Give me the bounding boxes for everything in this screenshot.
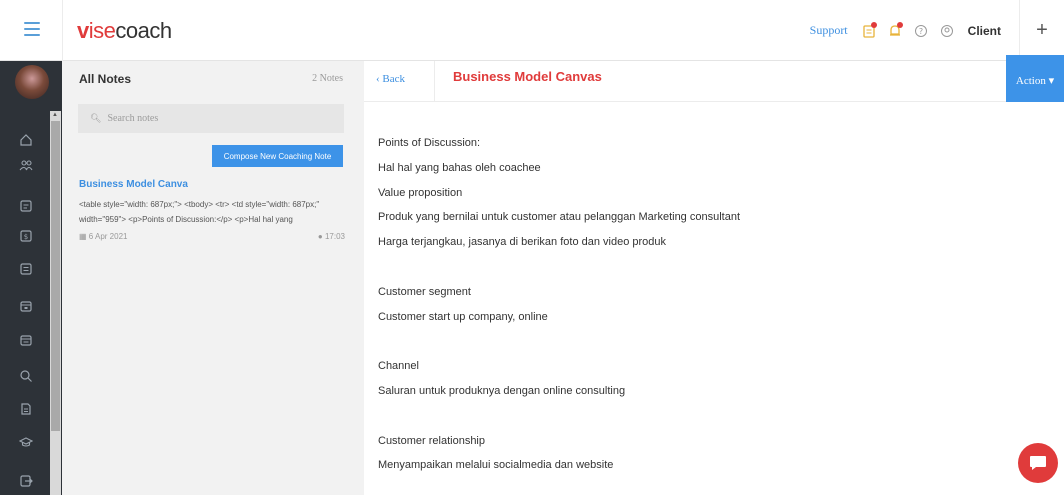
sidebar-scrollbar-thumb[interactable]	[51, 121, 60, 431]
note-snippet: <table style="width: 687px;"> <tbody> <t…	[79, 200, 320, 224]
svg-text:$: $	[24, 233, 28, 241]
chat-icon[interactable]	[19, 262, 33, 276]
notes-title: All Notes	[79, 72, 132, 86]
note-date: ▦ 6 Apr 2021	[79, 232, 128, 241]
note-line: Customer start up company, online	[378, 310, 548, 323]
svg-text:?: ?	[919, 27, 923, 36]
file-icon[interactable]	[19, 402, 33, 416]
chat-bubble-icon	[1030, 456, 1046, 470]
top-right-actions: Support ? Client +	[810, 0, 1064, 61]
avatar[interactable]	[15, 65, 49, 99]
bell-icon[interactable]	[888, 21, 903, 38]
note-line: Value proposition	[378, 186, 463, 199]
compose-note-button[interactable]: Compose New Coaching Note	[212, 145, 343, 167]
menu-icon[interactable]	[24, 22, 40, 40]
calendar-check-icon[interactable]	[19, 333, 33, 347]
header-divider	[434, 61, 435, 102]
note-line	[378, 255, 1038, 280]
calendar-icon: ▦	[79, 232, 89, 241]
chat-widget-button[interactable]	[1018, 443, 1058, 483]
note-line	[378, 404, 1038, 429]
note-body: Points of Discussion: Hal hal yang bahas…	[378, 131, 1038, 478]
note-detail-header: ‹ Back Business Model Canvas Action ▾	[364, 55, 1064, 102]
back-link[interactable]: ‹ Back	[376, 73, 405, 85]
note-line: Produk yang bernilai untuk customer atau…	[378, 211, 741, 224]
document-icon[interactable]	[19, 199, 33, 213]
notification-doc-icon[interactable]	[862, 21, 877, 38]
logo[interactable]: visecoach	[77, 18, 172, 44]
note-list-item[interactable]: Business Model Canva <table style="width…	[79, 179, 345, 241]
action-button[interactable]: Action ▾	[1006, 55, 1064, 102]
note-line: Customer segment	[378, 285, 471, 298]
graduation-icon[interactable]	[18, 435, 34, 449]
note-line: Points of Discussion:	[378, 137, 481, 149]
add-button[interactable]: +	[1020, 19, 1064, 42]
search-icon[interactable]	[19, 369, 33, 383]
note-detail: ‹ Back Business Model Canvas Action ▾ Po…	[364, 55, 1064, 495]
note-line: Customer relationship	[378, 434, 485, 447]
profile-icon[interactable]	[940, 24, 954, 38]
note-line: Harga terjangkau, jasanya di berikan fot…	[378, 236, 667, 249]
note-meta: ▦ 6 Apr 2021 ● 17:03	[79, 232, 345, 241]
note-line: Saluran untuk produknya dengan online co…	[378, 384, 626, 397]
search-box[interactable]: 🔍︎	[78, 104, 344, 133]
top-divider	[62, 0, 63, 61]
note-time: ● 17:03	[317, 232, 345, 241]
scroll-up-icon[interactable]: ▲	[52, 112, 58, 118]
notes-count: 2 Notes	[312, 73, 343, 84]
dollar-icon[interactable]: $	[19, 229, 33, 243]
clock-icon: ●	[317, 232, 325, 241]
note-line: Hal hal yang bahas oleh coachee	[378, 161, 541, 174]
search-input[interactable]	[107, 113, 308, 124]
page-title: Business Model Canvas	[453, 69, 602, 84]
note-line: Menyampaikan melalui socialmedia dan web…	[378, 459, 614, 472]
note-line	[378, 329, 1038, 354]
home-icon[interactable]	[19, 133, 33, 147]
note-title[interactable]: Business Model Canva	[79, 179, 345, 190]
top-bar: visecoach Support ? Client +	[0, 0, 1064, 61]
calendar-icon[interactable]	[19, 299, 33, 313]
support-link[interactable]: Support	[810, 23, 848, 38]
sidebar: ▲ ▼ $	[0, 61, 62, 495]
help-icon[interactable]: ?	[914, 24, 928, 38]
client-menu[interactable]: Client	[968, 24, 1001, 38]
users-icon[interactable]	[19, 158, 33, 172]
note-line: Channel	[378, 360, 419, 373]
logout-icon[interactable]	[19, 474, 33, 488]
notes-panel: All Notes 2 Notes 🔍︎ Compose New Coachin…	[62, 61, 364, 495]
search-icon: 🔍︎	[90, 113, 102, 123]
